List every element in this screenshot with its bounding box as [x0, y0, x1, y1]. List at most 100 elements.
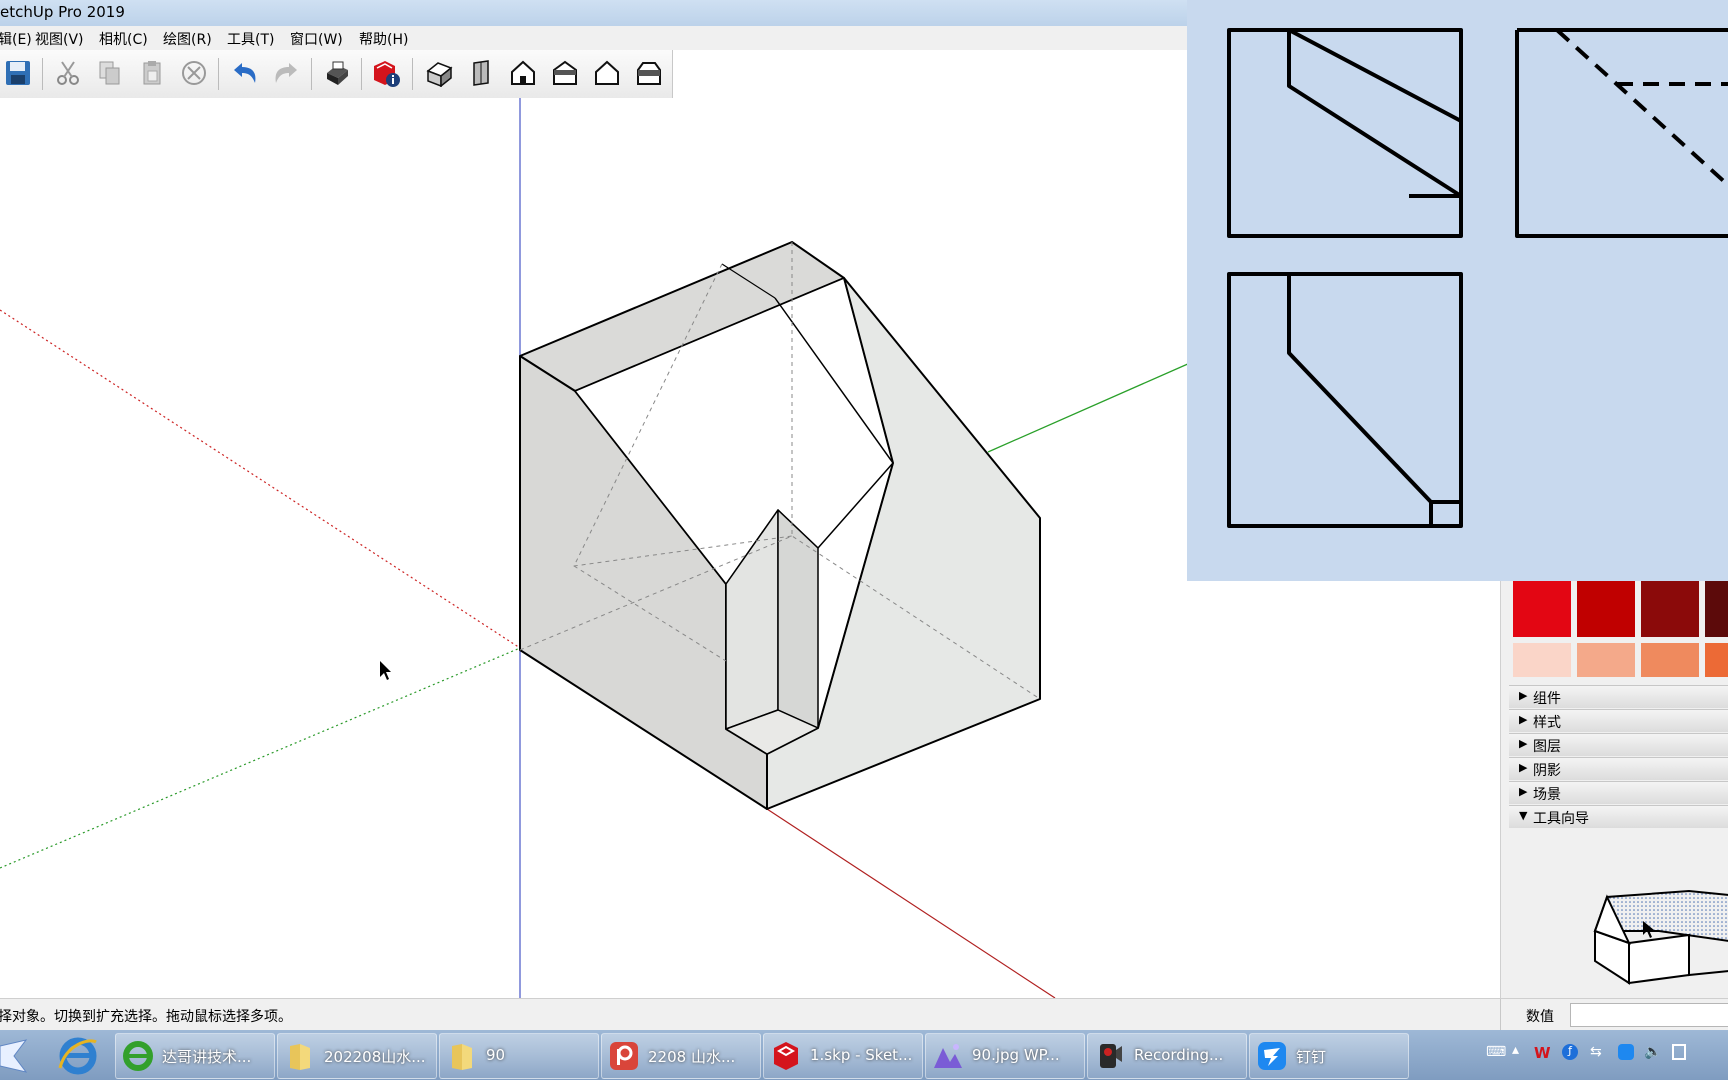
model-info-button[interactable] [369, 56, 403, 90]
red-axis-negative [0, 309, 521, 649]
speaker-icon[interactable]: 🔈 [1644, 1044, 1661, 1060]
copy-button[interactable] [93, 56, 127, 90]
folder-icon [290, 1044, 310, 1070]
menu-edit[interactable]: 编辑(E) [0, 29, 32, 49]
paste-icon [143, 61, 161, 85]
erase-button[interactable] [177, 56, 211, 90]
redo-button[interactable] [269, 56, 303, 90]
front-view-icon [511, 60, 535, 85]
back-view-button[interactable] [590, 56, 624, 90]
front-view-button[interactable] [506, 56, 540, 90]
cut-icon [57, 61, 79, 85]
sketchup-icon [774, 1042, 798, 1070]
flash-icon[interactable]: ƒ [1562, 1044, 1578, 1060]
expand-arrow-icon: ▶ [1519, 737, 1528, 750]
color-swatch[interactable] [1577, 643, 1635, 677]
task-button[interactable]: 1.skp - Sket... [763, 1033, 923, 1079]
tray-scenes[interactable]: ▶ 场景 [1509, 781, 1728, 804]
red-axis [766, 808, 1056, 999]
menu-camera[interactable]: 相机(C) [99, 29, 148, 49]
task-button[interactable]: 2208 山水... [601, 1033, 761, 1079]
menu-view[interactable]: 视图(V) [35, 29, 84, 49]
color-swatch[interactable] [1641, 581, 1699, 637]
copy-icon [99, 61, 120, 85]
collapse-arrow-icon: ▼ [1519, 809, 1528, 822]
left-view-icon [637, 62, 661, 85]
action-center-icon[interactable] [1672, 1044, 1686, 1060]
print-icon [327, 61, 348, 85]
color-swatch[interactable] [1513, 643, 1571, 677]
window-title: etchUp Pro 2019 [0, 3, 125, 21]
task-button[interactable]: 90.jpg WP... [925, 1033, 1085, 1079]
print-button[interactable] [320, 56, 354, 90]
ie-quicklaunch[interactable] [56, 1034, 100, 1076]
color-swatch[interactable] [1705, 581, 1728, 637]
task-button[interactable]: 钉钉 [1249, 1033, 1409, 1079]
green-axis-negative [0, 647, 521, 869]
wps-icon[interactable]: W [1534, 1044, 1551, 1062]
default-tray: ▶ 组件 ▶ 样式 ▶ 图层 ▶ 阴影 ▶ 场景 ▼ 工具向导 [1500, 581, 1728, 999]
right-view-button[interactable] [548, 56, 582, 90]
task-button[interactable]: Recording... [1087, 1033, 1247, 1079]
expand-arrow-icon: ▶ [1519, 785, 1528, 798]
dingtalk-icon [1258, 1042, 1286, 1070]
instructor-illustration [1593, 889, 1728, 985]
top-view-drawing [1227, 272, 1463, 528]
system-tray: ⌨ ▴ W ƒ ⇆ 🔈 [1486, 1042, 1726, 1066]
orthographic-views [1227, 28, 1728, 528]
start-button[interactable] [0, 1036, 30, 1076]
expand-arrow-icon: ▶ [1519, 689, 1528, 702]
tray-shadows[interactable]: ▶ 阴影 [1509, 757, 1728, 780]
left-view-button[interactable] [632, 56, 666, 90]
color-swatch[interactable] [1513, 581, 1571, 637]
status-bar: 选择对象。切换到扩充选择。拖动鼠标选择多项。 数值 [0, 998, 1728, 1031]
menu-draw[interactable]: 绘图(R) [163, 29, 212, 49]
menu-window[interactable]: 窗口(W) [290, 29, 343, 49]
undo-icon [234, 63, 256, 83]
front-view-drawing [1227, 28, 1463, 238]
undo-button[interactable] [228, 56, 262, 90]
tray-instructor[interactable]: ▼ 工具向导 [1509, 805, 1728, 828]
redo-icon [275, 63, 297, 83]
measurements-input[interactable] [1570, 1003, 1728, 1027]
top-view-button[interactable] [465, 56, 499, 90]
ie-icon [58, 1037, 97, 1075]
tray-styles[interactable]: ▶ 样式 [1509, 709, 1728, 732]
taskbar: 达哥讲技术... 202208山水... 90 2208 山水... 1.skp… [0, 1030, 1728, 1080]
tray-layers[interactable]: ▶ 图层 [1509, 733, 1728, 756]
color-swatch[interactable] [1577, 581, 1635, 637]
task-button[interactable]: 90 [439, 1033, 599, 1079]
green-axis [987, 362, 1191, 453]
top-view-icon [473, 60, 489, 86]
dingtalk-tray-icon[interactable] [1618, 1044, 1634, 1060]
ie-icon [123, 1041, 153, 1071]
keyboard-icon[interactable]: ⌨ [1486, 1044, 1506, 1060]
save-button[interactable] [1, 56, 35, 90]
back-view-icon [595, 60, 619, 85]
status-message: 选择对象。切换到扩充选择。拖动鼠标选择多项。 [0, 1009, 292, 1025]
menu-help[interactable]: 帮助(H) [359, 29, 408, 49]
menu-tools[interactable]: 工具(T) [227, 29, 274, 49]
color-swatch[interactable] [1705, 643, 1728, 677]
model-solid [519, 241, 1041, 810]
camera-icon [1100, 1044, 1122, 1068]
iso-view-button[interactable] [423, 56, 457, 90]
cut-button[interactable] [51, 56, 85, 90]
mouse-cursor [380, 661, 391, 680]
expand-arrow-icon: ▶ [1519, 713, 1528, 726]
tray-components[interactable]: ▶ 组件 [1509, 685, 1728, 708]
folder-icon [452, 1044, 472, 1070]
iso-view-icon [426, 62, 453, 87]
right-view-icon [553, 60, 577, 85]
tray-expand-icon[interactable]: ▴ [1512, 1042, 1519, 1058]
erase-icon [182, 61, 206, 85]
task-button[interactable]: 202208山水... [277, 1033, 437, 1079]
image-viewer-icon [934, 1044, 962, 1068]
side-view-drawing [1515, 28, 1728, 238]
color-swatch[interactable] [1641, 643, 1699, 677]
paste-button[interactable] [135, 56, 169, 90]
task-button[interactable]: 达哥讲技术... [115, 1033, 275, 1079]
network-icon[interactable]: ⇆ [1590, 1044, 1602, 1060]
model-info-icon [374, 61, 400, 87]
save-icon [6, 61, 30, 85]
